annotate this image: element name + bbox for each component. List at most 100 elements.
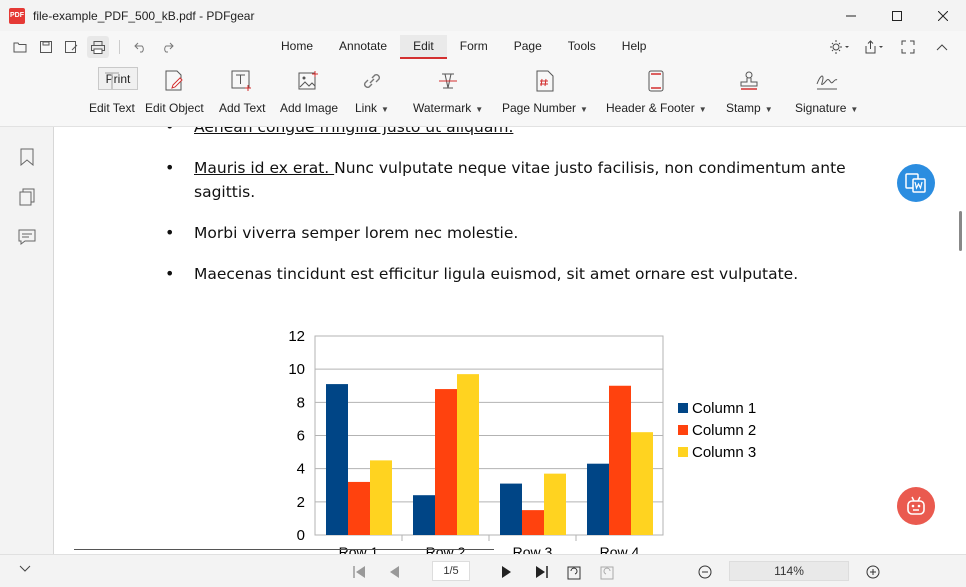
bar <box>609 385 631 535</box>
first-page-button[interactable] <box>348 555 370 587</box>
close-button[interactable] <box>920 0 966 31</box>
save-icon <box>40 41 52 53</box>
robot-icon <box>907 496 925 515</box>
document-view[interactable]: Aenean congue fringilla justo ut aliquam… <box>54 127 966 554</box>
tool-label: Link ▼ <box>355 101 389 115</box>
chevron-up-icon <box>936 44 948 51</box>
tab-help[interactable]: Help <box>609 35 660 57</box>
tool-label: Add Image <box>280 101 339 115</box>
x-tick-label: Row 4 <box>600 544 640 554</box>
bullet-text: Maecenas tincidunt est efficitur ligula … <box>194 265 799 283</box>
edit-object-icon <box>162 68 186 94</box>
bar <box>370 460 392 535</box>
menu-tabs: Home Annotate Edit Form Page Tools Help <box>268 35 660 59</box>
bar <box>544 473 566 535</box>
watermark-icon <box>436 68 460 94</box>
bottom-bar: 1/5 114% <box>0 554 966 587</box>
tool-label: Stamp ▼ <box>726 101 773 115</box>
legend-label: Column 2 <box>692 422 756 439</box>
edit-object-button[interactable]: Edit Object <box>145 68 204 115</box>
bar <box>631 432 653 535</box>
folder-icon <box>13 42 27 53</box>
undo-button[interactable] <box>130 36 152 58</box>
edit-text-icon <box>100 68 124 94</box>
signature-icon <box>815 68 839 94</box>
window-title: file-example_PDF_500_kB.pdf - PDFgear <box>33 8 255 23</box>
add-text-icon <box>230 68 254 94</box>
tool-label: Header & Footer ▼ <box>606 101 707 115</box>
tool-label: Watermark ▼ <box>413 101 484 115</box>
comments-icon[interactable] <box>17 227 37 247</box>
stamp-icon <box>737 68 761 94</box>
zoom-in-button[interactable] <box>864 555 882 587</box>
list-item: Morbi viverra semper lorem nec molestie. <box>165 221 875 245</box>
link-text[interactable]: Mauris id ex erat. <box>194 159 334 177</box>
header-footer-button[interactable]: Header & Footer ▼ <box>606 68 707 115</box>
legend-label: Column 3 <box>692 444 756 461</box>
sidebar-expand-button[interactable] <box>17 561 33 577</box>
scrollbar[interactable] <box>959 211 962 251</box>
watermark-button[interactable]: Watermark ▼ <box>413 68 483 115</box>
rotate-right-button[interactable] <box>597 555 617 587</box>
page-number-icon <box>533 68 557 94</box>
open-folder-button[interactable] <box>9 36 31 58</box>
print-button[interactable] <box>87 36 109 58</box>
convert-to-word-button[interactable] <box>897 164 935 202</box>
bookmark-icon[interactable] <box>17 147 37 167</box>
page-number-button[interactable]: Page Number ▼ <box>502 68 588 115</box>
title-bar: PDF file-example_PDF_500_kB.pdf - PDFgea… <box>0 0 966 31</box>
thumbnails-icon[interactable] <box>17 187 37 207</box>
tab-form[interactable]: Form <box>447 35 501 57</box>
zoom-out-button[interactable] <box>696 555 714 587</box>
bar <box>522 510 544 535</box>
save-as-button[interactable] <box>61 36 83 58</box>
chevron-down-icon <box>19 565 31 572</box>
legend-swatch <box>678 403 688 413</box>
print-icon <box>91 40 105 54</box>
share-icon <box>865 40 883 54</box>
tab-page[interactable]: Page <box>501 35 555 57</box>
tool-label: Edit Text <box>89 101 135 115</box>
tool-label: Signature ▼ <box>795 101 859 115</box>
minimize-button[interactable] <box>828 0 874 31</box>
tab-annotate[interactable]: Annotate <box>326 35 400 57</box>
tab-home[interactable]: Home <box>268 35 326 57</box>
page-number-input[interactable]: 1/5 <box>432 561 470 581</box>
fullscreen-button[interactable] <box>896 36 920 58</box>
y-tick-label: 4 <box>297 461 305 478</box>
tab-edit[interactable]: Edit <box>400 35 447 59</box>
previous-page-icon <box>390 565 399 578</box>
previous-page-button[interactable] <box>384 555 404 587</box>
rotate-left-button[interactable] <box>564 555 584 587</box>
signature-button[interactable]: Signature ▼ <box>795 68 858 115</box>
next-page-button[interactable] <box>497 555 517 587</box>
add-image-icon <box>297 68 321 94</box>
link-text[interactable]: Aenean congue fringilla justo ut aliquam… <box>194 127 513 136</box>
share-button[interactable] <box>862 36 886 58</box>
ai-assistant-button[interactable] <box>897 487 935 525</box>
y-tick-label: 0 <box>297 527 305 544</box>
last-page-button[interactable] <box>532 555 552 587</box>
legend-label: Column 1 <box>692 400 756 417</box>
maximize-icon <box>892 10 902 21</box>
add-image-button[interactable]: Add Image <box>280 68 338 115</box>
bar <box>457 374 479 535</box>
save-button[interactable] <box>35 36 57 58</box>
close-icon <box>938 10 948 21</box>
zoom-level[interactable]: 114% <box>729 561 849 581</box>
add-text-button[interactable]: Add Text <box>219 68 265 115</box>
tab-tools[interactable]: Tools <box>555 35 609 57</box>
right-tools <box>828 36 954 58</box>
rotate-right-icon <box>600 566 614 579</box>
next-page-icon <box>502 565 511 578</box>
maximize-button[interactable] <box>874 0 920 31</box>
theme-button[interactable] <box>828 36 852 58</box>
x-tick-label: Row 3 <box>513 544 553 554</box>
collapse-ribbon-button[interactable] <box>930 36 954 58</box>
tool-label: Edit Object <box>145 101 204 115</box>
y-tick-label: 2 <box>297 494 305 511</box>
stamp-button[interactable]: Stamp ▼ <box>726 68 773 115</box>
edit-text-button[interactable]: Edit Text <box>89 68 135 115</box>
redo-button[interactable] <box>156 36 178 58</box>
link-button[interactable]: Link ▼ <box>355 68 389 115</box>
